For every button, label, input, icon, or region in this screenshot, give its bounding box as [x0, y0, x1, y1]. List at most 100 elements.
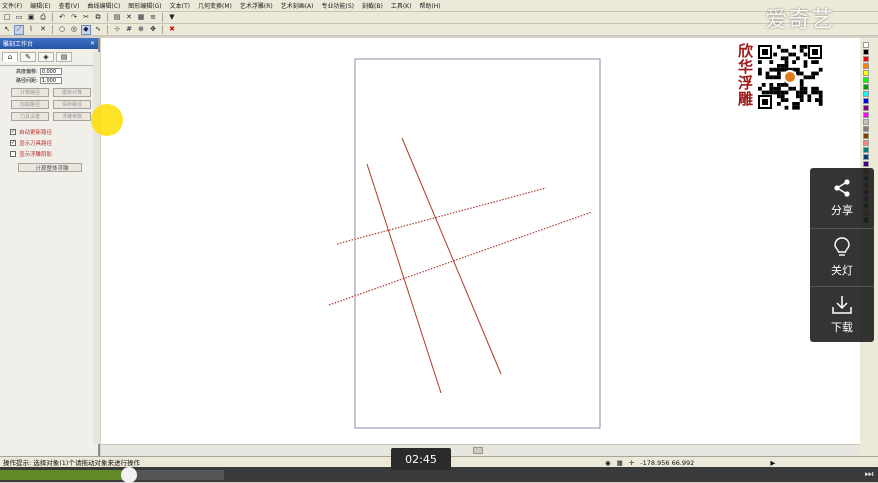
color-swatch[interactable]: [863, 140, 869, 146]
recompute-button[interactable]: 重新计算: [53, 88, 91, 97]
menu-item[interactable]: 图形编辑(G): [128, 1, 161, 10]
save-path-button[interactable]: 保存路径: [53, 100, 91, 109]
open-icon[interactable]: ▭: [14, 13, 24, 23]
menu-item[interactable]: 刻截(B): [362, 1, 383, 10]
print-icon[interactable]: ⎙: [38, 13, 48, 23]
node-icon[interactable]: ◆: [81, 24, 91, 35]
circle-icon[interactable]: ○: [57, 25, 67, 35]
color-swatch[interactable]: [863, 119, 869, 125]
panel-tab-d-icon[interactable]: ▤: [56, 52, 72, 62]
menu-item[interactable]: 几何变换(M): [198, 1, 232, 10]
brand-char: 浮: [738, 74, 754, 92]
grid-icon[interactable]: #: [124, 25, 134, 35]
checkbox[interactable]: ✓: [10, 140, 16, 146]
checkbox[interactable]: ✓: [10, 129, 16, 135]
horizontal-scrollbar[interactable]: [101, 444, 860, 456]
line-icon[interactable]: ⟋: [14, 24, 24, 35]
color-swatch[interactable]: [863, 133, 869, 139]
target-icon[interactable]: ◎: [69, 25, 79, 35]
lights-off-button[interactable]: 关灯: [810, 228, 874, 284]
color-swatch[interactable]: [863, 42, 869, 48]
check-auto-update[interactable]: ✓ 自动更新路径: [0, 125, 98, 136]
share-icon: [834, 179, 850, 197]
color-swatch[interactable]: [863, 91, 869, 97]
filter-icon[interactable]: ▼: [167, 13, 177, 23]
download-button[interactable]: 下载: [810, 286, 874, 342]
group-icon[interactable]: ▦: [136, 13, 146, 23]
menu-item[interactable]: 文本(T): [170, 1, 190, 10]
menu-item[interactable]: 文件(F): [2, 1, 22, 10]
color-swatch[interactable]: [863, 98, 869, 104]
check-show-shadow[interactable]: 显示浮雕阴影: [0, 147, 98, 158]
cross-icon[interactable]: ✕: [38, 25, 48, 35]
compute-relief-button[interactable]: 计算整体浮雕: [18, 163, 82, 172]
load-path-button[interactable]: 加载路径: [11, 100, 49, 109]
menu-item[interactable]: 曲线编辑(C): [87, 1, 120, 10]
redo-icon[interactable]: ↷: [69, 13, 79, 23]
panel-tab-a-icon[interactable]: ⌂: [2, 52, 18, 62]
grid-icon[interactable]: ▦: [617, 459, 623, 467]
checkbox[interactable]: [10, 151, 16, 157]
color-swatch[interactable]: [863, 63, 869, 69]
globe-icon[interactable]: ◉: [605, 459, 611, 467]
delete-icon[interactable]: ✕: [124, 13, 134, 23]
check-label: 自动更新路径: [19, 130, 53, 136]
menu-item[interactable]: 编辑(E): [30, 1, 50, 10]
height-offset-input[interactable]: [39, 68, 62, 75]
color-swatch[interactable]: [863, 70, 869, 76]
menu-item[interactable]: 查看(V): [59, 1, 80, 10]
copy-icon[interactable]: ⧉: [93, 13, 103, 23]
menu-item[interactable]: 艺术浮雕(R): [240, 1, 273, 10]
color-swatch[interactable]: [863, 126, 869, 132]
cut-icon[interactable]: ✂: [81, 13, 91, 23]
color-swatch[interactable]: [863, 56, 869, 62]
spline-icon[interactable]: ∿: [93, 25, 103, 35]
close-icon[interactable]: ✖: [167, 25, 177, 35]
color-swatch[interactable]: [863, 49, 869, 55]
play-icon[interactable]: ▶: [770, 459, 775, 467]
path-spacing-input[interactable]: [39, 77, 62, 84]
panel-title-bar[interactable]: 雕刻工作台 ✕: [0, 38, 98, 49]
snap-icon[interactable]: ⊹: [112, 25, 122, 35]
toolbar-separator: [52, 25, 53, 34]
scroll-thumb[interactable]: [473, 447, 483, 454]
fast-forward-icon[interactable]: ⏭: [860, 467, 878, 482]
compute-path-button[interactable]: 计算路径: [11, 88, 49, 97]
color-swatch[interactable]: [863, 154, 869, 160]
panel-close-icon[interactable]: ✕: [90, 40, 95, 47]
lights-off-label: 关灯: [831, 263, 853, 277]
undo-icon[interactable]: ↶: [57, 13, 67, 23]
save-icon[interactable]: ▣: [26, 13, 36, 23]
brand-char: 雕: [738, 90, 754, 108]
color-swatch[interactable]: [863, 161, 869, 167]
check-show-toolpath[interactable]: ✓ 显示刀具路径: [0, 136, 98, 147]
relief-params-button[interactable]: 浮雕参数: [53, 112, 91, 121]
share-button[interactable]: 分享: [810, 170, 874, 226]
menu-item[interactable]: 工具(K): [391, 1, 412, 10]
progress-handle[interactable]: [121, 467, 137, 483]
color-swatch[interactable]: [863, 105, 869, 111]
menu-item[interactable]: 艺术刻画(A): [281, 1, 314, 10]
layer-icon[interactable]: ≡: [148, 13, 158, 23]
color-swatch[interactable]: [863, 77, 869, 83]
panel-tab-b-icon[interactable]: ✎: [20, 52, 36, 62]
menu-item[interactable]: 专业功能(S): [322, 1, 355, 10]
menu-item[interactable]: 帮助(H): [419, 1, 440, 10]
color-swatch[interactable]: [863, 84, 869, 90]
paste-icon[interactable]: ▤: [112, 13, 122, 23]
menu-bar: 文件(F) 编辑(E) 查看(V) 曲线编辑(C) 图形编辑(G) 文本(T) 几何变换(M…: [0, 0, 878, 12]
field-row-spacing: 路径间距:: [0, 75, 98, 84]
crosshair-icon[interactable]: ✛: [629, 459, 634, 467]
new-icon[interactable]: □: [2, 13, 12, 23]
engraving-workbench-panel: 雕刻工作台 ✕ ⌂ ✎ ◈ ▤ 高度偏移: 路径间距: 计算路径 重新计算 加载…: [0, 38, 100, 456]
color-swatch[interactable]: [863, 112, 869, 118]
panel-tab-c-icon[interactable]: ◈: [38, 52, 54, 62]
color-swatch[interactable]: [863, 147, 869, 153]
zoom-icon[interactable]: ⊕: [136, 25, 146, 35]
brand-text: 欣 华 浮 雕: [738, 43, 754, 107]
pointer-icon[interactable]: ↖: [2, 25, 12, 35]
pan-icon[interactable]: ✥: [148, 25, 158, 35]
tool-settings-button[interactable]: 刀具设置: [11, 112, 49, 121]
brand-char: 华: [738, 58, 754, 76]
polyline-icon[interactable]: ⌇: [26, 25, 36, 35]
